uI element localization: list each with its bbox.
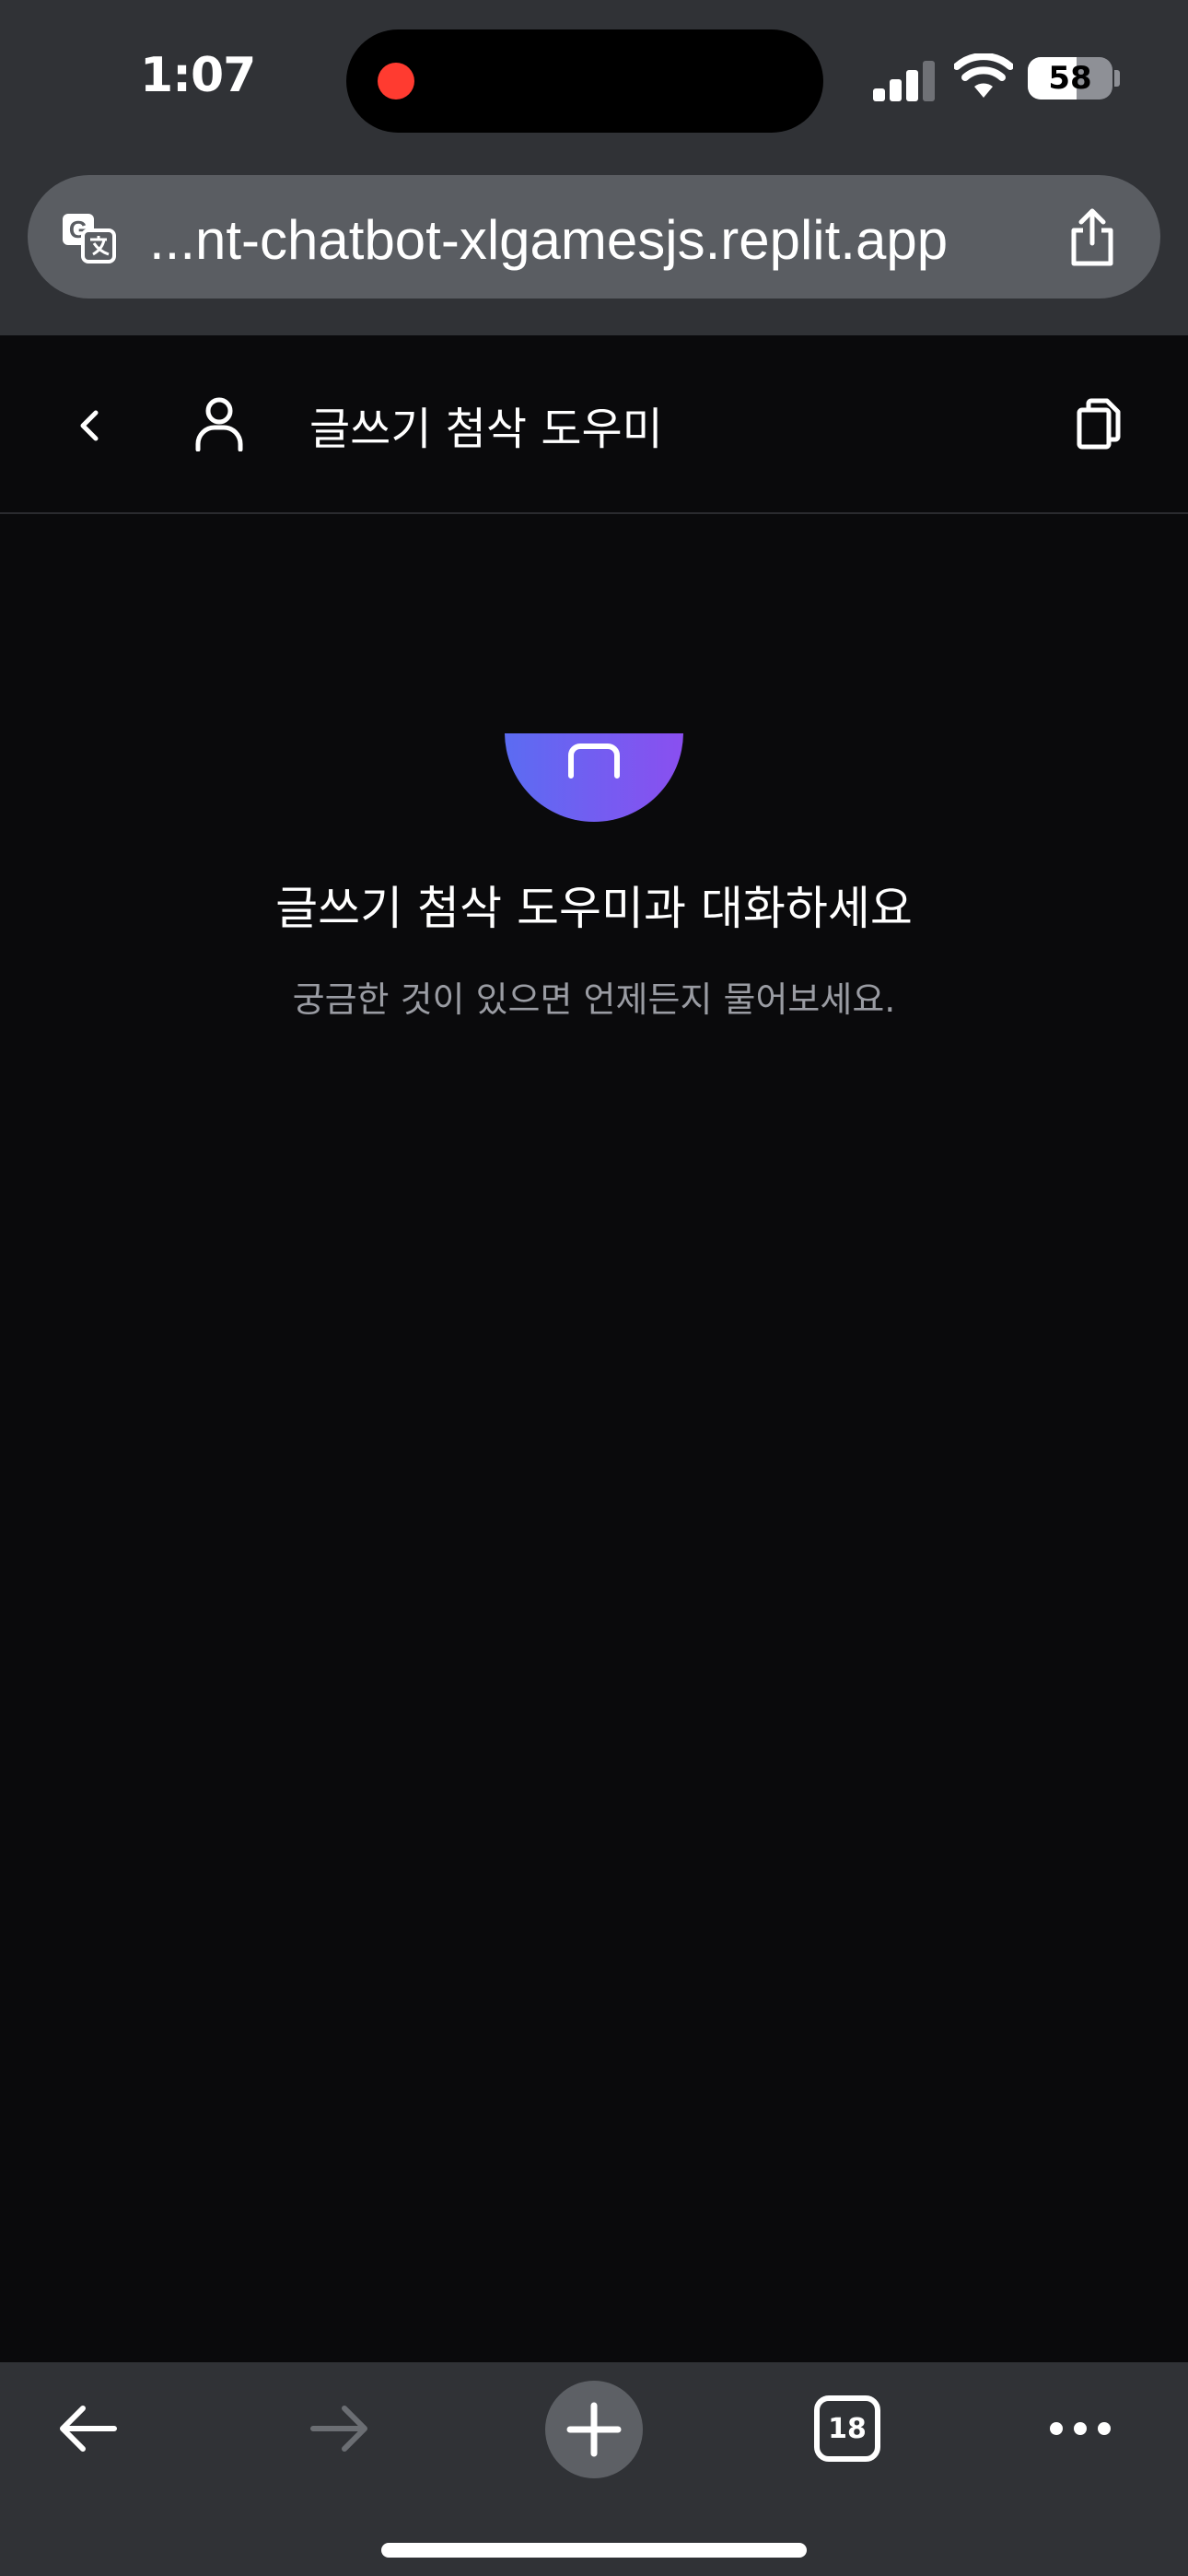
browser-top-bar: 1:07 58 G ...nt-chatbot-xlgamesjs.replit… — [0, 0, 1188, 335]
empty-state-subtitle: 궁금한 것이 있으면 언제든지 물어보세요. — [292, 979, 896, 1020]
wifi-icon — [954, 53, 1013, 98]
more-icon[interactable] — [1048, 2419, 1112, 2438]
new-tab-button[interactable] — [545, 2381, 643, 2478]
share-icon[interactable] — [1065, 206, 1120, 267]
translate-icon[interactable]: G — [61, 210, 116, 265]
battery-icon: 58 — [1028, 57, 1112, 100]
status-time: 1:07 — [140, 48, 256, 103]
dynamic-island — [346, 29, 823, 133]
bag-icon — [568, 744, 620, 779]
tabs-button[interactable]: 18 — [814, 2395, 880, 2462]
plus-icon — [566, 2402, 622, 2457]
battery-percent: 58 — [1048, 60, 1092, 97]
recording-indicator-icon — [378, 63, 414, 100]
url-text[interactable]: ...nt-chatbot-xlgamesjs.replit.app — [149, 208, 1079, 272]
back-arrow-icon[interactable] — [55, 2403, 120, 2454]
chat-title: 글쓰기 첨삭 도우미 — [309, 404, 663, 455]
battery-nub — [1114, 70, 1120, 87]
tabs-count: 18 — [828, 2413, 867, 2445]
user-icon — [195, 397, 243, 451]
cellular-signal-icon — [873, 61, 936, 101]
home-indicator[interactable] — [381, 2543, 807, 2558]
assistant-avatar — [505, 733, 683, 822]
chevron-left-icon[interactable] — [74, 405, 107, 446]
copy-icon[interactable] — [1074, 398, 1124, 450]
address-bar[interactable]: G ...nt-chatbot-xlgamesjs.replit.app — [28, 175, 1160, 299]
app-screen: 1:07 58 G ...nt-chatbot-xlgamesjs.replit… — [0, 0, 1188, 2576]
empty-state-title: 글쓰기 첨삭 도우미과 대화하세요 — [275, 882, 913, 935]
chat-header: 글쓰기 첨삭 도우미 — [0, 335, 1188, 514]
forward-arrow-icon[interactable] — [308, 2403, 372, 2454]
